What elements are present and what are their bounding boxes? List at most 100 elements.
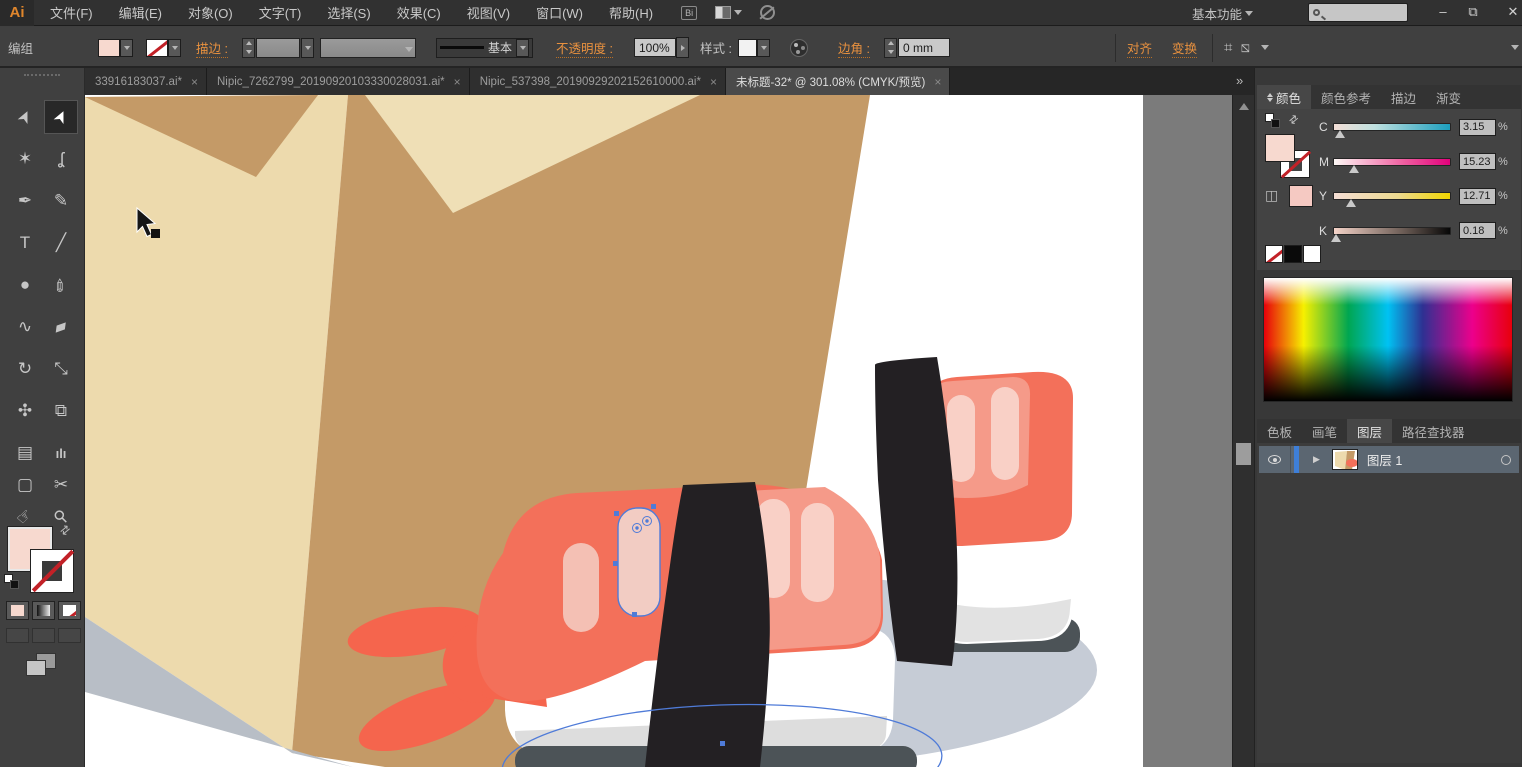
tab-overflow-icon[interactable]: » — [1236, 73, 1242, 88]
slider-thumb[interactable] — [1331, 234, 1341, 242]
corner-stepper[interactable] — [884, 38, 897, 58]
opacity-input[interactable]: 100% — [634, 38, 676, 57]
color-spectrum[interactable] — [1263, 277, 1513, 402]
style-dropdown[interactable] — [757, 39, 770, 57]
M-value-input[interactable]: 15.23 — [1459, 153, 1496, 170]
screen-mode-icon[interactable] — [26, 653, 56, 677]
layer-row[interactable]: ▶ 图层 1 — [1259, 446, 1519, 473]
fill-dropdown-button[interactable] — [120, 39, 133, 57]
paintbrush-tool[interactable]: ✏ — [44, 268, 78, 302]
corner-input[interactable]: 0 mm — [898, 38, 950, 57]
restore-button[interactable]: ⧉ — [1460, 4, 1486, 20]
close-tab-icon[interactable]: × — [454, 75, 461, 89]
rotate-tool[interactable]: ↻ — [8, 352, 42, 386]
selection-tool[interactable]: ➤ — [8, 100, 42, 134]
swap-fill-stroke-icon[interactable]: ⇄ — [1286, 112, 1301, 128]
doc-tab-2[interactable]: Nipic_537398_20190929202152610000.ai*× — [470, 68, 726, 95]
workspace-switcher[interactable]: 基本功能 — [1192, 4, 1253, 23]
panel-grip[interactable] — [24, 74, 60, 77]
ellipse-tool[interactable]: ● — [8, 268, 42, 302]
panel-tab-颜色参考[interactable]: 颜色参考 — [1311, 85, 1381, 109]
isolate-object-icon[interactable]: ⧅ — [1240, 39, 1248, 56]
Y-value-input[interactable]: 12.71 — [1459, 188, 1496, 205]
eraser-tool[interactable]: ▰ — [44, 310, 78, 344]
line-segment-tool[interactable]: ╱ — [44, 226, 78, 260]
stroke-weight-dropdown[interactable] — [301, 38, 314, 58]
graph-tool[interactable]: ılı — [44, 436, 78, 470]
slider-thumb[interactable] — [1346, 199, 1356, 207]
slider-thumb[interactable] — [1335, 130, 1345, 138]
canvas-area[interactable] — [85, 95, 1232, 767]
layer-name[interactable]: 图层 1 — [1367, 450, 1501, 469]
brush-definition-dropdown[interactable]: 基本 — [436, 38, 533, 58]
menu-item-8[interactable]: 帮助(H) — [609, 3, 653, 22]
K-value-input[interactable]: 0.18 — [1459, 222, 1496, 239]
doc-tab-3[interactable]: 未标题-32* @ 301.08% (CMYK/预览)× — [726, 68, 950, 95]
menu-item-7[interactable]: 窗口(W) — [536, 3, 583, 22]
panel-tab-颜色[interactable]: 颜色 — [1257, 85, 1311, 109]
menu-item-3[interactable]: 文字(T) — [259, 3, 302, 22]
scrollbar-thumb[interactable] — [1236, 443, 1251, 465]
expand-triangle-icon[interactable]: ▶ — [1313, 454, 1320, 465]
menu-item-5[interactable]: 效果(C) — [397, 3, 441, 22]
panel-tab-渐变[interactable]: 渐变 — [1426, 85, 1471, 109]
Y-slider-track[interactable] — [1333, 192, 1451, 200]
vertical-scrollbar[interactable] — [1232, 95, 1254, 767]
menu-item-0[interactable]: 文件(F) — [50, 3, 93, 22]
stroke-color-proxy[interactable] — [30, 549, 74, 593]
default-fill-stroke-icon[interactable] — [1265, 113, 1281, 129]
gradient-mode-button[interactable] — [32, 601, 55, 620]
panel-tab-路径查找器[interactable]: 路径查找器 — [1392, 419, 1475, 443]
align-link[interactable]: 对齐 — [1127, 38, 1152, 58]
artboard[interactable] — [85, 95, 1143, 767]
none-mode-button[interactable] — [58, 601, 81, 620]
fill-color-swatch[interactable] — [98, 39, 120, 57]
slice-tool[interactable]: ✂ — [44, 468, 78, 502]
style-swatch[interactable] — [738, 39, 757, 57]
menu-item-4[interactable]: 选择(S) — [327, 3, 370, 22]
doc-tab-1[interactable]: Nipic_7262799_20190920103330028031.ai*× — [207, 68, 470, 95]
recolor-artwork-icon[interactable] — [790, 39, 808, 57]
C-slider-track[interactable] — [1333, 123, 1451, 131]
scale-tool[interactable]: ⤡ — [44, 352, 78, 386]
corner-link[interactable]: 边角 : — [838, 38, 870, 58]
opacity-panel-link[interactable]: 不透明度 : — [556, 38, 613, 58]
transform-link[interactable]: 变换 — [1172, 38, 1197, 58]
curvature-tool[interactable]: ✎ — [44, 184, 78, 218]
close-tab-icon[interactable]: × — [710, 75, 717, 89]
default-fill-stroke-icon[interactable] — [4, 574, 20, 590]
panel-tab-色板[interactable]: 色板 — [1257, 419, 1302, 443]
shaper-tool[interactable]: ∿ — [8, 310, 42, 344]
color-mode-button[interactable] — [6, 601, 29, 620]
black-swatch[interactable] — [1284, 245, 1302, 263]
stroke-weight-stepper[interactable] — [242, 38, 255, 58]
artboard-tool[interactable]: ▢ — [8, 468, 42, 502]
controlbar-overflow-icon[interactable] — [1511, 45, 1519, 50]
draw-inside-icon[interactable] — [58, 628, 81, 643]
minimize-button[interactable]: – — [1430, 4, 1456, 19]
type-tool[interactable]: T — [8, 226, 42, 260]
fill-color-proxy[interactable] — [1265, 134, 1295, 162]
C-value-input[interactable]: 3.15 — [1459, 119, 1496, 136]
draw-behind-icon[interactable] — [32, 628, 55, 643]
slider-thumb[interactable] — [1349, 165, 1359, 173]
layer-target-icon[interactable] — [1501, 455, 1511, 465]
stroke-weight-value[interactable] — [256, 38, 300, 58]
panel-tab-描边[interactable]: 描边 — [1381, 85, 1426, 109]
bridge-icon[interactable]: Bi — [681, 6, 697, 20]
out-of-gamut-cube-icon[interactable]: ◫ — [1265, 187, 1278, 204]
stroke-dropdown-button[interactable] — [168, 39, 181, 57]
none-swatch[interactable] — [1265, 245, 1283, 263]
menu-item-1[interactable]: 编辑(E) — [119, 3, 162, 22]
magic-wand-tool[interactable]: ✶ — [8, 142, 42, 176]
gamut-color-swatch[interactable] — [1289, 185, 1313, 207]
width-tool[interactable]: ✣ — [8, 394, 42, 428]
draw-normal-icon[interactable] — [6, 628, 29, 643]
select-similar-icon[interactable]: ⌗ — [1224, 39, 1230, 56]
lasso-tool[interactable]: ʆ — [44, 142, 78, 176]
panel-tab-画笔[interactable]: 画笔 — [1302, 419, 1347, 443]
stroke-color-swatch[interactable] — [146, 39, 168, 57]
menu-item-2[interactable]: 对象(O) — [188, 3, 233, 22]
opacity-dropdown[interactable] — [676, 37, 689, 58]
doc-tab-0[interactable]: 33916183037.ai*× — [85, 68, 207, 95]
